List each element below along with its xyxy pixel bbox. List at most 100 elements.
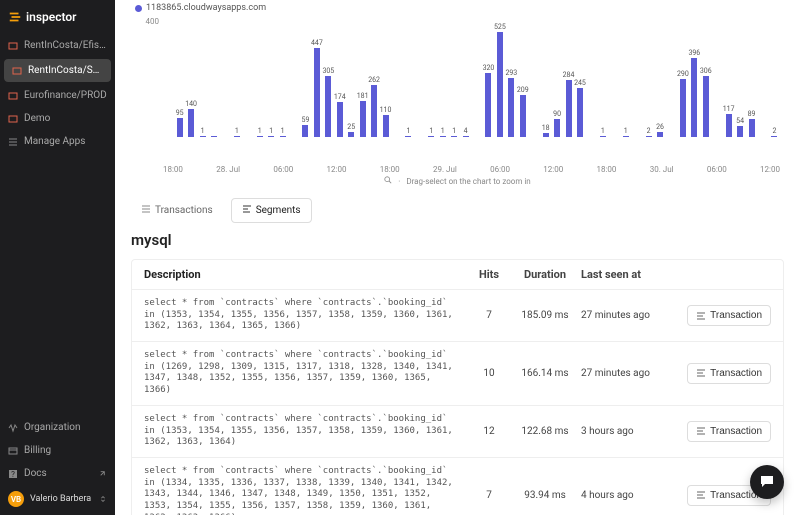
bar[interactable]: 181 bbox=[357, 92, 367, 137]
user-menu[interactable]: VB Valerio Barbera bbox=[0, 485, 115, 513]
cell-lastseen: 3 hours ago bbox=[581, 426, 673, 437]
bar[interactable]: 1 bbox=[277, 127, 287, 137]
bar[interactable]: 174 bbox=[335, 93, 345, 137]
table-row: select * from `contracts` where `contrac… bbox=[132, 290, 783, 342]
app-logo[interactable]: inspector bbox=[0, 0, 115, 34]
th-lastseen: Last seen at bbox=[581, 268, 673, 281]
sidebar-item-billing[interactable]: Billing bbox=[0, 439, 115, 462]
bar[interactable] bbox=[758, 136, 768, 137]
bar[interactable]: 2 bbox=[643, 127, 653, 137]
chart-card: 1183865.cloudwaysapps.com 400 9514011111… bbox=[131, 0, 784, 186]
bar[interactable]: 89 bbox=[746, 110, 756, 137]
bar[interactable]: 447 bbox=[312, 39, 322, 137]
app-icon bbox=[8, 41, 18, 51]
transaction-button[interactable]: Transaction bbox=[687, 305, 771, 326]
x-tick: 12:00 bbox=[760, 165, 780, 174]
bar-value-label: 396 bbox=[688, 49, 700, 57]
x-tick: 30. Jul bbox=[650, 165, 674, 174]
bar[interactable] bbox=[609, 136, 619, 137]
cell-duration: 93.94 ms bbox=[517, 490, 573, 501]
bar[interactable] bbox=[712, 136, 722, 137]
bar[interactable] bbox=[392, 136, 402, 137]
bar[interactable]: 95 bbox=[174, 109, 184, 137]
segments-icon bbox=[242, 204, 252, 217]
bar[interactable]: 4 bbox=[460, 127, 470, 137]
bar[interactable]: 1 bbox=[403, 127, 413, 137]
sidebar-item-app[interactable]: RentInCosta/Sorr... bbox=[4, 59, 111, 82]
x-tick: 06:00 bbox=[707, 165, 727, 174]
bar[interactable]: 2 bbox=[769, 127, 779, 137]
chat-icon bbox=[759, 473, 775, 492]
sidebar-item-label: Eurofinance/PROD bbox=[24, 90, 107, 101]
bar[interactable]: 262 bbox=[369, 76, 379, 137]
bar[interactable]: 284 bbox=[563, 71, 573, 137]
bar[interactable]: 110 bbox=[380, 106, 390, 137]
bar[interactable]: 1 bbox=[255, 127, 265, 137]
sidebar-item-manage-apps[interactable]: Manage Apps bbox=[0, 130, 115, 153]
bar[interactable]: 293 bbox=[506, 69, 516, 137]
bar[interactable]: 290 bbox=[678, 70, 688, 137]
bar[interactable] bbox=[243, 136, 253, 137]
bar-value-label: 1 bbox=[624, 127, 628, 135]
bar[interactable]: 117 bbox=[723, 105, 733, 137]
legend-dot-icon bbox=[135, 5, 142, 12]
transaction-button[interactable]: Transaction bbox=[687, 363, 771, 384]
transaction-button[interactable]: Transaction bbox=[687, 421, 771, 442]
bar[interactable] bbox=[472, 136, 482, 137]
bar[interactable]: 245 bbox=[575, 79, 585, 137]
transaction-icon bbox=[696, 368, 706, 378]
sidebar: inspector RentInCosta/Efisio RentInCosta… bbox=[0, 0, 115, 515]
sidebar-item-docs[interactable]: ? Docs bbox=[0, 462, 115, 485]
bar[interactable] bbox=[415, 136, 425, 137]
bar[interactable] bbox=[163, 136, 173, 137]
tab-segments[interactable]: Segments bbox=[231, 198, 312, 223]
bar-chart[interactable]: 400 951401111159447305174251812621101111… bbox=[135, 15, 780, 160]
tab-transactions[interactable]: Transactions bbox=[131, 198, 223, 223]
sql-query: select * from `contracts` where `contrac… bbox=[144, 414, 461, 449]
bar[interactable]: 305 bbox=[323, 67, 333, 137]
bar[interactable] bbox=[586, 136, 596, 137]
bar[interactable]: 525 bbox=[495, 23, 505, 137]
bar[interactable]: 306 bbox=[701, 67, 711, 137]
chat-fab[interactable] bbox=[750, 465, 784, 499]
bar[interactable]: 1 bbox=[266, 127, 276, 137]
x-tick: 28. Jul bbox=[216, 165, 240, 174]
bar[interactable]: 26 bbox=[655, 123, 665, 137]
bar[interactable]: 1 bbox=[426, 127, 436, 137]
bar[interactable]: 320 bbox=[483, 64, 493, 137]
bar-value-label: 174 bbox=[334, 93, 346, 101]
sidebar-item-app[interactable]: RentInCosta/Efisio bbox=[0, 34, 115, 57]
bar[interactable]: 209 bbox=[518, 86, 528, 137]
bar[interactable]: 1 bbox=[621, 127, 631, 137]
x-tick: 18:00 bbox=[380, 165, 400, 174]
bar[interactable]: 1 bbox=[438, 127, 448, 137]
sidebar-item-organization[interactable]: Organization bbox=[0, 416, 115, 439]
bar[interactable] bbox=[220, 136, 230, 137]
bar[interactable]: 59 bbox=[300, 116, 310, 137]
bar-value-label: 1 bbox=[201, 127, 205, 135]
bar[interactable]: 1 bbox=[598, 127, 608, 137]
bar[interactable]: 54 bbox=[735, 117, 745, 137]
bar[interactable] bbox=[289, 136, 299, 137]
bar[interactable] bbox=[632, 136, 642, 137]
bar[interactable]: 1 bbox=[197, 127, 207, 137]
bar[interactable]: 396 bbox=[689, 49, 699, 137]
bar[interactable] bbox=[666, 136, 676, 137]
sidebar-item-label: RentInCosta/Sorr... bbox=[28, 65, 103, 76]
y-axis: 400 bbox=[135, 17, 163, 137]
sidebar-nav: RentInCosta/Efisio RentInCosta/Sorr... E… bbox=[0, 34, 115, 416]
sidebar-item-app[interactable]: Eurofinance/PROD bbox=[0, 84, 115, 107]
bar[interactable]: 18 bbox=[540, 124, 550, 137]
bar[interactable] bbox=[209, 135, 219, 137]
x-tick: 18:00 bbox=[163, 165, 183, 174]
sidebar-item-app[interactable]: Demo bbox=[0, 107, 115, 130]
bar[interactable]: 1 bbox=[232, 127, 242, 137]
bar[interactable]: 1 bbox=[449, 127, 459, 137]
bar[interactable] bbox=[529, 136, 539, 137]
bar[interactable]: 90 bbox=[552, 110, 562, 137]
brand-name: inspector bbox=[26, 10, 76, 24]
bar[interactable]: 25 bbox=[346, 123, 356, 137]
pulse-icon bbox=[8, 423, 18, 433]
bar[interactable]: 140 bbox=[186, 100, 196, 137]
bar-value-label: 54 bbox=[736, 117, 744, 125]
